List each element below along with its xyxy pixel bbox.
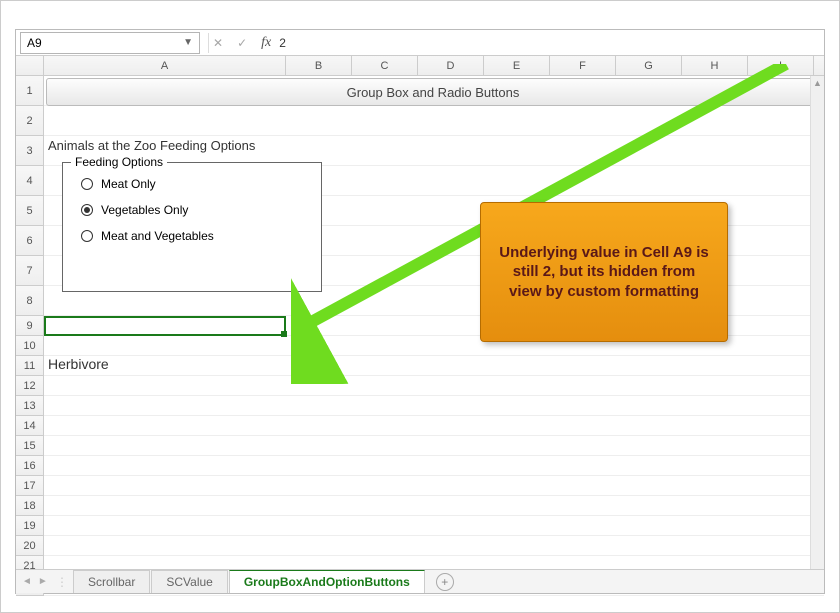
col-header-a[interactable]: A — [44, 56, 286, 75]
col-header-d[interactable]: D — [418, 56, 484, 75]
zoo-title-text: Animals at the Zoo Feeding Options — [48, 138, 255, 153]
name-box-value: A9 — [27, 36, 42, 50]
herbivore-text: Herbivore — [48, 356, 109, 372]
col-header-c[interactable]: C — [352, 56, 418, 75]
formula-input[interactable]: 2 — [271, 36, 824, 50]
tab-groupbox[interactable]: GroupBoxAndOptionButtons — [229, 570, 425, 593]
row-cells[interactable] — [44, 436, 824, 456]
row-header[interactable]: 20 — [16, 536, 44, 556]
row-header[interactable]: 14 — [16, 416, 44, 436]
row-cells[interactable] — [44, 416, 824, 436]
tab-nav-arrows[interactable]: ◄► — [20, 574, 50, 589]
row-cells[interactable] — [44, 496, 824, 516]
callout-text: Underlying value in Cell A9 is still 2, … — [497, 243, 711, 302]
col-header-h[interactable]: H — [682, 56, 748, 75]
select-all-corner[interactable] — [16, 56, 44, 75]
vertical-scrollbar[interactable]: ▲ — [810, 76, 824, 569]
col-header-b[interactable]: B — [286, 56, 352, 75]
radio-icon — [81, 230, 93, 242]
annotation-callout: Underlying value in Cell A9 is still 2, … — [480, 202, 728, 342]
col-header-g[interactable]: G — [616, 56, 682, 75]
title-banner: Group Box and Radio Buttons — [46, 78, 820, 106]
row-header[interactable]: 12 — [16, 376, 44, 396]
radio-label: Meat Only — [101, 177, 156, 191]
divider — [208, 33, 209, 53]
column-headers: A B C D E F G H I — [16, 56, 824, 76]
fx-icon[interactable]: fx — [261, 35, 271, 51]
row-header[interactable]: 1 — [16, 76, 44, 106]
row-cells[interactable] — [44, 536, 824, 556]
radio-label: Meat and Vegetables — [101, 229, 214, 243]
row-cells[interactable] — [44, 476, 824, 496]
chevron-down-icon[interactable]: ▼ — [183, 37, 193, 48]
tab-scrollbar[interactable]: Scrollbar — [73, 570, 150, 593]
add-sheet-button[interactable]: + — [436, 573, 454, 591]
col-header-i[interactable]: I — [748, 56, 814, 75]
row-header[interactable]: 2 — [16, 106, 44, 136]
tab-scvalue[interactable]: SCValue — [151, 570, 227, 593]
sheet-tabs: ◄► ⋮ Scrollbar SCValue GroupBoxAndOption… — [16, 569, 824, 593]
row-cells[interactable] — [44, 106, 824, 136]
row-header[interactable]: 8 — [16, 286, 44, 316]
row-header[interactable]: 11 — [16, 356, 44, 376]
row-header[interactable]: 15 — [16, 436, 44, 456]
scroll-up-icon[interactable]: ▲ — [811, 76, 824, 90]
col-header-f[interactable]: F — [550, 56, 616, 75]
feeding-options-groupbox: Feeding Options Meat Only Vegetables Onl… — [62, 162, 322, 292]
formula-bar: A9 ▼ ✕ ✓ fx 2 — [16, 30, 824, 56]
radio-meat-only[interactable]: Meat Only — [81, 177, 309, 191]
row-header[interactable]: 19 — [16, 516, 44, 536]
radio-meat-and-vegetables[interactable]: Meat and Vegetables — [81, 229, 309, 243]
tab-separator: ⋮ — [52, 571, 72, 593]
confirm-icon[interactable]: ✓ — [237, 36, 247, 50]
radio-vegetables-only[interactable]: Vegetables Only — [81, 203, 309, 217]
row-cells[interactable] — [44, 376, 824, 396]
banner-text: Group Box and Radio Buttons — [347, 85, 520, 100]
row-header[interactable]: 7 — [16, 256, 44, 286]
row-header[interactable]: 18 — [16, 496, 44, 516]
row-header[interactable]: 13 — [16, 396, 44, 416]
cancel-icon[interactable]: ✕ — [213, 36, 223, 50]
col-header-e[interactable]: E — [484, 56, 550, 75]
row-header[interactable]: 4 — [16, 166, 44, 196]
row-header[interactable]: 17 — [16, 476, 44, 496]
radio-label: Vegetables Only — [101, 203, 188, 217]
row-header[interactable]: 9 — [16, 316, 44, 336]
row-header[interactable]: 6 — [16, 226, 44, 256]
groupbox-legend: Feeding Options — [71, 155, 167, 169]
radio-icon — [81, 204, 93, 216]
row-cells[interactable] — [44, 516, 824, 536]
row-header[interactable]: 10 — [16, 336, 44, 356]
row-header[interactable]: 5 — [16, 196, 44, 226]
row-cells[interactable] — [44, 396, 824, 416]
row-header[interactable]: 16 — [16, 456, 44, 476]
formula-bar-icons: ✕ ✓ fx — [213, 35, 271, 51]
row-cells[interactable] — [44, 356, 824, 376]
name-box[interactable]: A9 ▼ — [20, 32, 200, 54]
row-cells[interactable] — [44, 456, 824, 476]
radio-icon — [81, 178, 93, 190]
row-header[interactable]: 3 — [16, 136, 44, 166]
excel-frame: A9 ▼ ✕ ✓ fx 2 A B C D E F G H I 1 2 3 4 … — [15, 29, 825, 594]
